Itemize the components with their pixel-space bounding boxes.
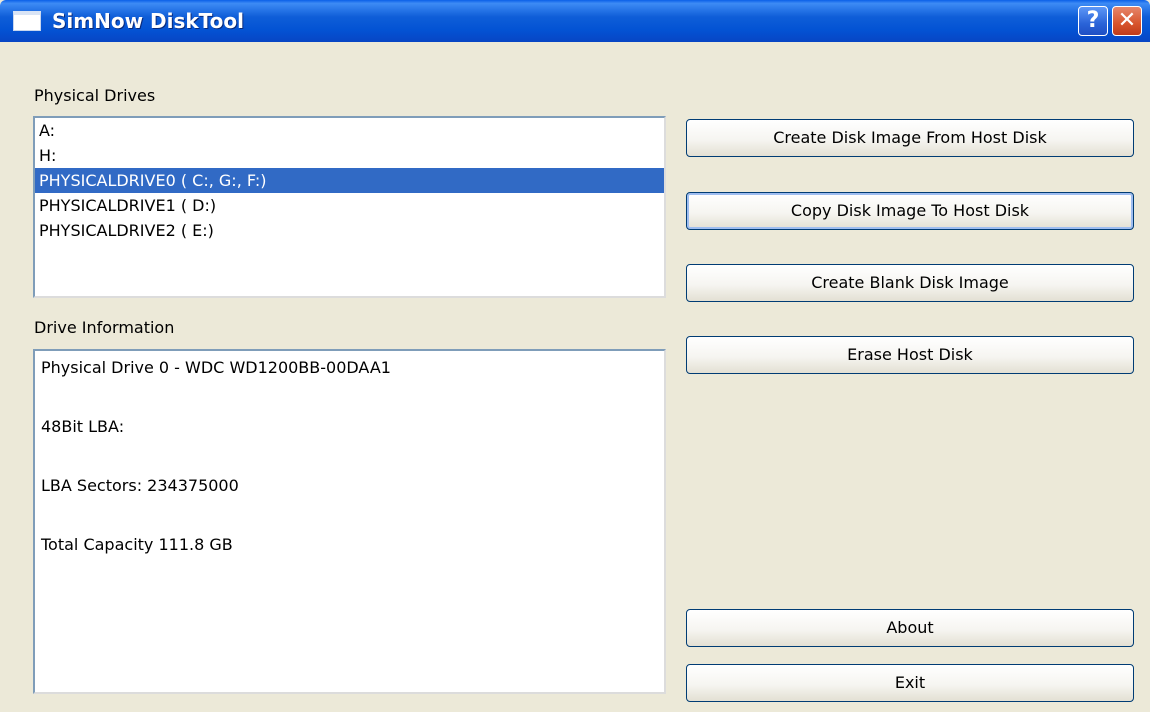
info-line-model: Physical Drive 0 - WDC WD1200BB-00DAA1 [41, 358, 391, 377]
disktool-window: SimNow DiskTool ? ✕ Physical Drives A: H… [0, 0, 1150, 712]
about-button[interactable]: About [686, 609, 1134, 647]
window-icon [13, 11, 41, 31]
info-line-lba48: 48Bit LBA: [41, 417, 125, 436]
drive-item-a[interactable]: A: [35, 118, 664, 143]
drive-information-label: Drive Information [34, 318, 175, 337]
info-line-capacity: Total Capacity 111.8 GB [41, 535, 233, 554]
drive-item-h[interactable]: H: [35, 143, 664, 168]
title-bar[interactable]: SimNow DiskTool ? ✕ [0, 0, 1150, 42]
erase-host-disk-button[interactable]: Erase Host Disk [686, 336, 1134, 374]
window-title: SimNow DiskTool [52, 9, 245, 33]
create-disk-image-button[interactable]: Create Disk Image From Host Disk [686, 119, 1134, 157]
info-line-sectors: LBA Sectors: 234375000 [41, 476, 239, 495]
drive-information-box[interactable]: Physical Drive 0 - WDC WD1200BB-00DAA1 4… [33, 349, 666, 694]
close-icon[interactable]: ✕ [1112, 6, 1142, 36]
physical-drives-label: Physical Drives [34, 86, 156, 105]
copy-disk-image-button[interactable]: Copy Disk Image To Host Disk [686, 192, 1134, 230]
physical-drives-list[interactable]: A: H: PHYSICALDRIVE0 ( C:, G:, F:) PHYSI… [33, 116, 666, 298]
help-icon[interactable]: ? [1078, 6, 1108, 36]
drive-item-physicaldrive2[interactable]: PHYSICALDRIVE2 ( E:) [35, 218, 664, 243]
drive-item-physicaldrive1[interactable]: PHYSICALDRIVE1 ( D:) [35, 193, 664, 218]
drive-item-physicaldrive0[interactable]: PHYSICALDRIVE0 ( C:, G:, F:) [35, 168, 664, 193]
create-blank-disk-image-button[interactable]: Create Blank Disk Image [686, 264, 1134, 302]
exit-button[interactable]: Exit [686, 664, 1134, 702]
